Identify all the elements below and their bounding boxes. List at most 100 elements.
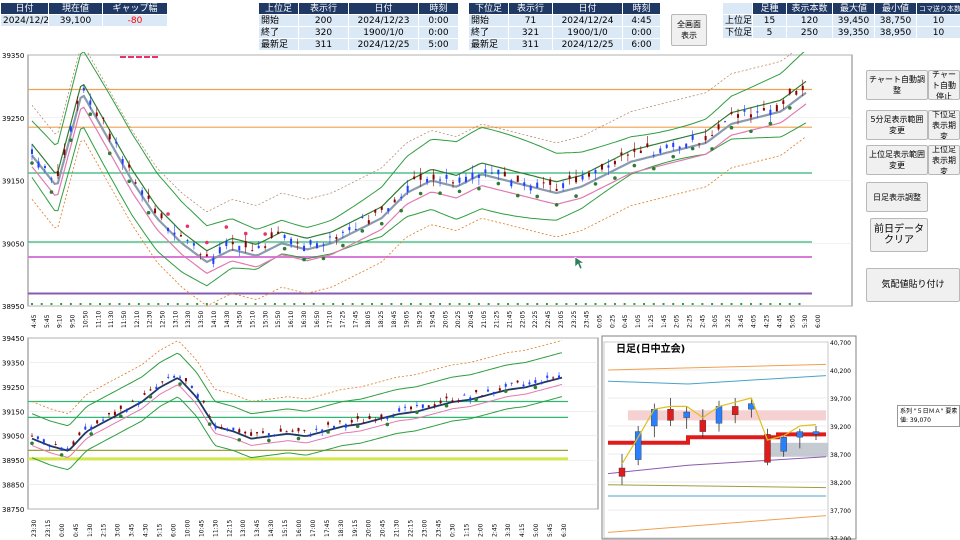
main-candle-body <box>503 171 506 177</box>
lower-candle-body <box>31 435 33 437</box>
lower-x-tick: 3:45 <box>129 523 136 537</box>
lower-x-tick: 12:15 <box>226 520 233 537</box>
main-candle-body <box>607 165 610 168</box>
fullscreen-button[interactable]: 全画面 表示 <box>671 14 707 46</box>
main-signal-strip <box>458 303 461 305</box>
main-candle-body <box>497 169 500 175</box>
main-candle-body <box>380 206 383 210</box>
lower-display-button[interactable]: 下位足 表示期変 <box>928 110 960 140</box>
daily-adjust-button[interactable]: 日足表示調整 <box>866 182 928 212</box>
main-x-tick: 9:10 <box>57 314 64 328</box>
lower-x-tick: 10:45 <box>198 520 205 537</box>
upper-row-label: 最新足 <box>258 38 299 51</box>
lower-candle-body <box>380 414 383 418</box>
main-x-tick: 20:25 <box>455 311 462 328</box>
stats-row-count: 250 <box>786 26 833 39</box>
upper-header-date: 日付 <box>348 2 419 15</box>
daily-candle-body <box>812 431 820 435</box>
lower-x-tick: 18:30 <box>338 520 345 537</box>
summary-header-price: 現在値 <box>48 2 103 15</box>
main-signal-strip <box>60 303 63 305</box>
lower-signal-dot <box>296 436 301 441</box>
main-price-chart[interactable]: 39350 39250 39150 39050 38950 4:45 5:45 9:10 9:5… <box>0 52 856 334</box>
main-candle-body <box>367 220 370 224</box>
main-x-tick: 3:25 <box>725 314 732 328</box>
lower-x-tick: 0:00 <box>59 523 66 537</box>
main-x-tick: 22:05 <box>519 311 526 328</box>
main-candle-body <box>147 195 150 199</box>
lower-x-tick: 21:30 <box>394 520 401 537</box>
auto-adjust-button[interactable]: チャート自動調整 <box>866 70 928 100</box>
main-signal-strip <box>749 303 752 305</box>
main-candle-body <box>665 144 668 148</box>
range-upper-button[interactable]: 上位足表示範囲変更 <box>866 145 928 175</box>
main-x-tick: 10:50 <box>82 311 89 328</box>
lower-candle-body <box>552 377 555 379</box>
main-signal-strip <box>176 303 179 305</box>
main-x-tick: 19:25 <box>417 311 424 328</box>
lower-x-tick: 2:45 <box>491 523 498 537</box>
prev-day-clear-button[interactable]: 前日データ クリア <box>870 218 928 252</box>
stats-header-min: 最小値 <box>874 2 917 15</box>
main-signal-dot <box>263 232 267 236</box>
main-candle-body <box>238 245 241 251</box>
daily-chart[interactable]: 40,700 40,200 39,700 39,200 38,700 38,200 37,7… <box>600 334 858 540</box>
main-candle-body <box>283 234 286 239</box>
lower-y-tick: 39050 <box>2 433 24 441</box>
main-candle-body <box>801 85 804 91</box>
stats-row-min: 38,750 <box>874 14 917 27</box>
main-candle-body <box>56 171 59 176</box>
main-signal-dot <box>632 163 637 168</box>
main-candle-body <box>270 232 273 238</box>
main-candle-body <box>471 172 474 179</box>
main-x-tick: 17:45 <box>352 311 359 328</box>
lower-candle-body <box>102 419 105 421</box>
lower-candle-body <box>327 422 330 425</box>
summary-header-date: 日付 <box>0 2 49 15</box>
main-candle-body <box>782 100 785 104</box>
main-x-tick: 22:45 <box>545 311 552 328</box>
lower-candle-body <box>279 428 282 432</box>
paste-value-button[interactable]: 気配値貼り付け <box>866 268 960 302</box>
auto-stop-button[interactable]: チャート自動 停止 <box>928 70 960 100</box>
main-candle-body <box>756 111 759 113</box>
main-candle-body <box>464 176 467 182</box>
daily-candle-body <box>667 408 674 421</box>
main-signal-dot <box>613 176 617 180</box>
main-candle-body <box>613 160 616 165</box>
main-signal-dot <box>69 138 73 142</box>
main-candle-body <box>704 136 707 141</box>
lower-candle-body <box>303 429 306 431</box>
lower-candle-body <box>54 443 57 445</box>
main-candle-body <box>523 182 526 186</box>
stats-row-step: 10 <box>916 26 960 39</box>
lower-candle-body <box>558 375 561 379</box>
lower-candle-body <box>66 448 69 451</box>
lower-candle-body <box>196 394 199 398</box>
main-top-marker <box>144 56 150 58</box>
lower-price-chart[interactable]: 39450 39350 39250 39150 39050 38950 38850 38750… <box>0 334 600 540</box>
main-x-tick: 5:45 <box>44 314 51 328</box>
main-signal-strip <box>652 303 655 305</box>
main-signal-strip <box>108 303 111 305</box>
daily-y-tick: 40,200 <box>830 368 851 375</box>
lower-candle-body <box>451 400 454 403</box>
lower-row-label: 最新足 <box>468 38 509 51</box>
main-signal-dot <box>574 194 578 198</box>
lower-signal-dot <box>533 385 538 390</box>
lower-candle-body <box>504 383 507 387</box>
upper-display-button[interactable]: 上位足 表示期変 <box>928 145 960 175</box>
lower-y-tick: 38750 <box>2 506 24 514</box>
stats-row-label: 上位足 <box>722 14 753 27</box>
range-5min-button[interactable]: 5分足表示範囲変更 <box>866 110 928 140</box>
lower-y-tick: 38850 <box>2 482 24 490</box>
main-signal-strip <box>662 303 665 305</box>
main-candle-body <box>477 174 480 178</box>
main-signal-dot <box>321 256 326 261</box>
main-x-tick: 0:25 <box>609 314 616 328</box>
main-signal-strip <box>477 303 480 305</box>
main-candle-body <box>749 114 752 118</box>
main-signal-strip <box>215 303 218 305</box>
main-signal-strip <box>167 303 170 305</box>
lower-signal-dot <box>326 430 330 434</box>
